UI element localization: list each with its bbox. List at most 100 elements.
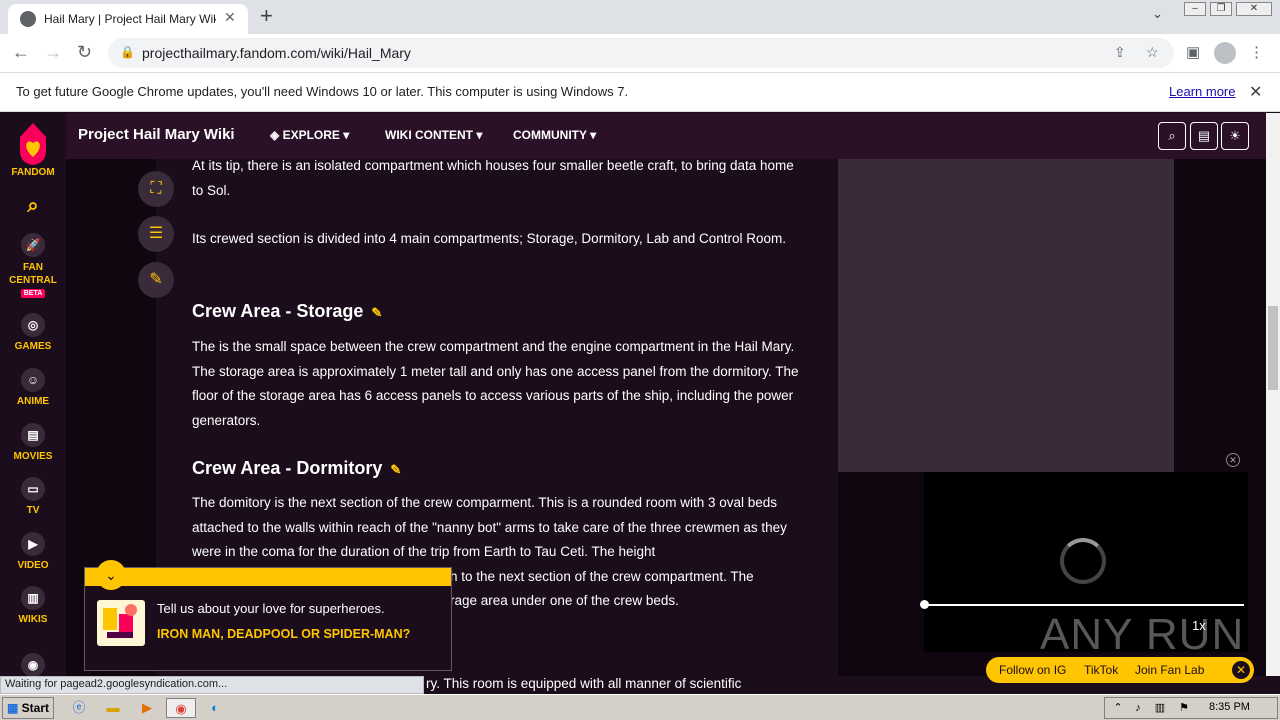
nav-community[interactable]: COMMUNITY ▾ — [513, 128, 596, 142]
rail-label: TV — [26, 505, 40, 516]
media-player-icon[interactable]: ▶ — [136, 698, 158, 718]
collapse-popup-button[interactable]: ⌄ — [96, 560, 126, 590]
rail-item-movies[interactable]: ▤ MOVIES — [0, 423, 66, 462]
rail-item-anime[interactable]: ☺ ANIME — [0, 368, 66, 407]
new-tab-button[interactable]: + — [260, 3, 273, 29]
scrollbar-thumb[interactable] — [1268, 306, 1278, 390]
article-paragraph-fragment: rage area under one of the crew beds. — [450, 593, 679, 608]
fandom-global-nav: FANDOM ⌕ 🚀 FAN CENTRAL BETA ◎ GAMES ☺ AN… — [0, 113, 66, 677]
section-heading-storage: Crew Area - Storage ✎ — [192, 301, 382, 322]
chevron-down-icon: ▾ — [343, 128, 350, 142]
wiki-search-button[interactable]: ⌕ — [1158, 122, 1186, 150]
page-scrollbar[interactable] — [1266, 113, 1280, 676]
windows-logo-icon: ▦ — [6, 701, 19, 715]
minimize-button[interactable]: – — [1184, 2, 1206, 16]
expand-icon: ⛶ — [150, 180, 162, 197]
chrome-taskbar-icon[interactable]: ◉ — [166, 698, 196, 718]
join-fan-lab-link[interactable]: Join Fan Lab — [1135, 663, 1204, 677]
article-paragraph-fragment: ry. This room is equipped with all manne… — [426, 676, 742, 691]
search-icon: ⌕ — [27, 195, 39, 217]
section-heading-dormitory: Crew Area - Dormitory ✎ — [192, 458, 401, 479]
pencil-icon: ✎ — [149, 271, 163, 288]
article-paragraph: The is the small space between the crew … — [192, 339, 799, 428]
nav-explore[interactable]: ◈ EXPLORE ▾ — [270, 128, 349, 142]
learn-more-link[interactable]: Learn more — [1169, 84, 1235, 99]
rail-item-video[interactable]: ▶ VIDEO — [0, 532, 66, 571]
lock-icon[interactable]: 🔒 — [120, 45, 135, 59]
video-close-icon[interactable]: ✕ — [1226, 453, 1240, 467]
fullscreen-button[interactable]: ⛶ — [138, 171, 174, 207]
network-icon[interactable]: ▥ — [1149, 698, 1171, 718]
bookmark-star-icon[interactable]: ☆ — [1146, 44, 1159, 61]
tab-search-chevron-icon[interactable]: ⌄ — [1152, 6, 1163, 22]
clock[interactable]: 8:35 PM — [1209, 701, 1250, 713]
update-info-bar: To get future Google Chrome updates, you… — [0, 72, 1280, 112]
rail-item-games[interactable]: ◎ GAMES — [0, 313, 66, 352]
url-text[interactable]: projecthailmary.fandom.com/wiki/Hail_Mar… — [142, 45, 411, 61]
address-bar[interactable]: 🔒 projecthailmary.fandom.com/wiki/Hail_M… — [108, 38, 1174, 68]
edit-section-icon[interactable]: ✎ — [390, 462, 401, 477]
chevron-down-icon: ⌄ — [105, 567, 117, 583]
forward-icon[interactable]: → — [44, 42, 62, 63]
chat-icon: ▤ — [1197, 128, 1211, 143]
start-button[interactable]: ▦ Start — [2, 697, 54, 719]
close-icon[interactable]: ✕ — [1249, 82, 1262, 102]
video-progress-bar[interactable] — [924, 604, 1244, 606]
follow-ig-link[interactable]: Follow on IG — [999, 663, 1066, 677]
wiki-name[interactable]: Project Hail Mary Wiki — [78, 126, 235, 143]
reload-icon[interactable]: ↻ — [77, 42, 92, 63]
popup-header-bar — [85, 568, 451, 586]
tab-close-icon[interactable]: ✕ — [224, 9, 236, 26]
back-icon[interactable]: ← — [12, 42, 30, 63]
folder-icon[interactable]: ▬ — [102, 698, 124, 718]
status-bubble: Waiting for pagead2.googlesyndication.co… — [0, 676, 424, 694]
edit-section-icon[interactable]: ✎ — [371, 305, 382, 320]
rocket-icon: 🚀 — [21, 233, 45, 257]
playback-speed[interactable]: 1x — [1192, 618, 1206, 633]
search-button[interactable]: ⌕ — [0, 195, 66, 218]
fandom-logo[interactable]: FANDOM — [0, 121, 66, 178]
beta-badge: BETA — [20, 289, 46, 298]
clapper-icon: ▤ — [21, 423, 45, 447]
close-icon[interactable]: ✕ — [1232, 661, 1250, 679]
popup-question[interactable]: IRON MAN, DEADPOOL OR SPIDER-MAN? — [157, 626, 427, 642]
edge-icon[interactable]: ◐ — [204, 698, 226, 718]
rail-item-wikis[interactable]: ▥ WIKIS — [0, 586, 66, 625]
edit-page-button[interactable]: ✎ — [138, 262, 174, 298]
menu-kebab-icon[interactable]: ⋮ — [1249, 43, 1264, 61]
volume-icon[interactable]: ♪ — [1127, 698, 1149, 718]
tiktok-link[interactable]: TikTok — [1084, 663, 1118, 677]
heading-text: Crew Area - Storage — [192, 301, 364, 321]
anime-face-icon: ☺ — [21, 368, 45, 392]
tray-expand-icon[interactable]: ⌃ — [1107, 698, 1129, 718]
heading-text: Crew Area - Dormitory — [192, 458, 383, 478]
ie-icon[interactable]: ⓔ — [68, 698, 90, 718]
video-progress-handle[interactable] — [920, 600, 929, 609]
nav-wiki-content[interactable]: WIKI CONTENT ▾ — [385, 128, 482, 142]
rail-item-fan-central[interactable]: 🚀 FAN CENTRAL BETA — [0, 233, 66, 298]
rail-item-tv[interactable]: ▭ TV — [0, 477, 66, 516]
list-icon: ☰ — [148, 225, 164, 242]
sun-icon: ☀ — [1229, 128, 1241, 143]
browser-tab[interactable]: Hail Mary | Project Hail Mary Wiki | F ✕ — [8, 4, 248, 34]
rail-label: WIKIS — [18, 614, 48, 625]
info-bar-text: To get future Google Chrome updates, you… — [16, 84, 629, 99]
side-panel-icon[interactable]: ▣ — [1186, 43, 1200, 61]
rail-label: MOVIES — [13, 451, 53, 462]
restore-button[interactable]: ❐ — [1210, 2, 1232, 16]
action-center-flag-icon[interactable]: ⚑ — [1173, 698, 1195, 718]
profile-avatar[interactable] — [1214, 42, 1236, 64]
user-icon: ◉ — [21, 653, 45, 677]
fandom-label: FANDOM — [11, 167, 55, 178]
tab-title: Hail Mary | Project Hail Mary Wiki | F — [44, 12, 216, 26]
share-icon[interactable]: ⇪ — [1114, 44, 1126, 61]
window-close-button[interactable]: ✕ — [1236, 2, 1272, 16]
tab-strip: Hail Mary | Project Hail Mary Wiki | F ✕… — [0, 0, 1280, 34]
globe-icon — [20, 11, 36, 27]
windows-taskbar: ▦ Start ⓔ ▬ ▶ ◉ ◐ ⌃ ♪ ▥ ⚑ 8:35 PM — [0, 694, 1280, 720]
discussions-button[interactable]: ▤ — [1190, 122, 1218, 150]
toc-button[interactable]: ☰ — [138, 216, 174, 252]
wiki-header: Project Hail Mary Wiki ◈ EXPLORE ▾ WIKI … — [66, 113, 1280, 159]
theme-toggle-button[interactable]: ☀ — [1221, 122, 1249, 150]
quiz-popup[interactable]: Tell us about your love for superheroes.… — [84, 567, 452, 671]
